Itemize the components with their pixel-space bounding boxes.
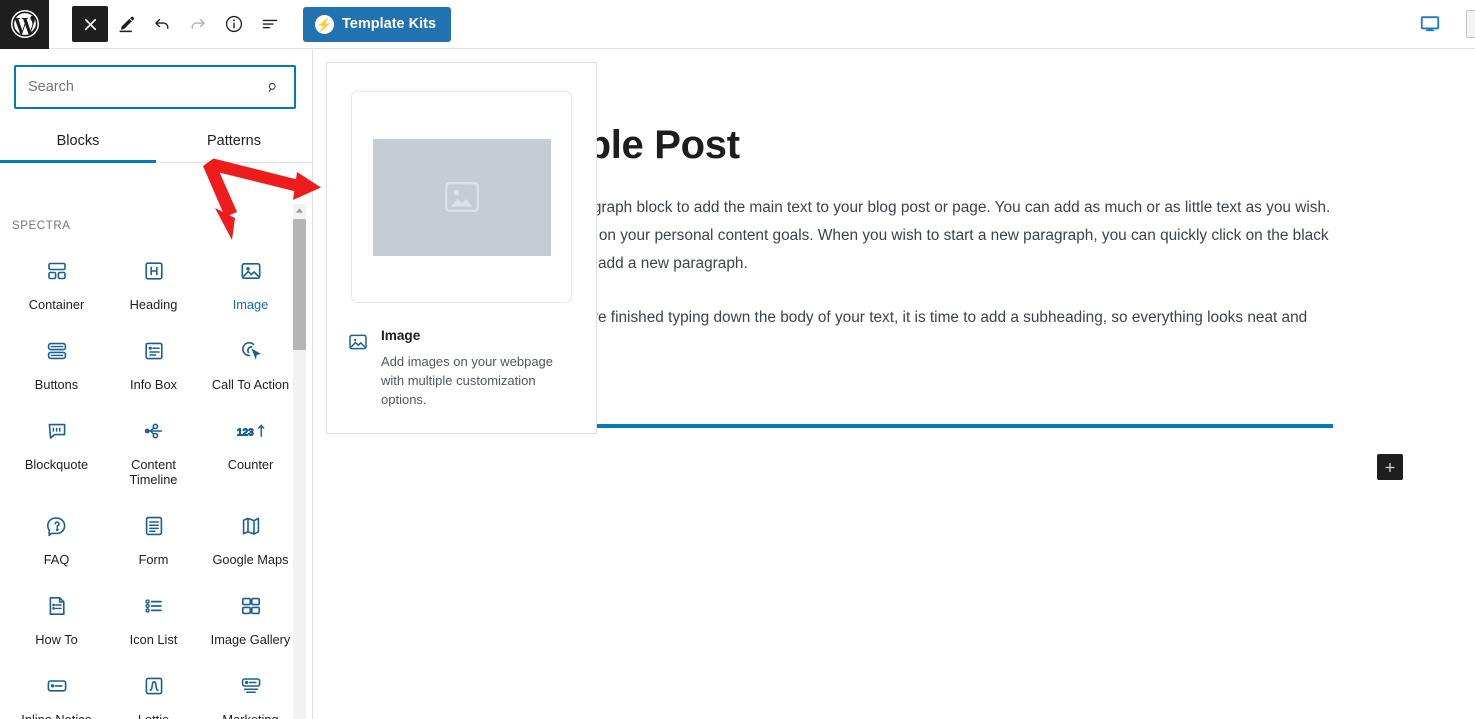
block-tile-label: Buttons	[34, 377, 79, 392]
template-kits-button[interactable]: ⚡ Template Kits	[303, 6, 452, 42]
buttons-icon	[45, 334, 69, 368]
details-info-button[interactable]	[216, 6, 252, 42]
search-icon[interactable]	[260, 74, 286, 100]
map-icon	[239, 509, 263, 543]
tab-blocks[interactable]: Blocks	[0, 119, 156, 163]
editor-top-bar: ⚡ Template Kits	[0, 0, 1475, 49]
counter-123-icon: 123	[236, 414, 266, 448]
block-tile-label: Content Timeline	[129, 457, 178, 487]
form-icon	[142, 509, 166, 543]
block-tile-content-timeline[interactable]: Content Timeline	[105, 410, 202, 487]
lightning-bolt-icon: ⚡	[315, 14, 334, 34]
block-preview-popover: Image Add images on your webpage with mu…	[326, 62, 597, 434]
block-tile-lottie-animation[interactable]: Lottie Animation	[105, 665, 202, 719]
faq-question-icon	[45, 509, 69, 543]
block-tile-label: Form	[138, 552, 169, 567]
scrollbar-thumb[interactable]	[293, 219, 306, 350]
block-tile-label: Icon List	[129, 632, 178, 647]
block-tile-info-box[interactable]: Info Box	[105, 330, 202, 392]
block-category-title: SPECTRA	[12, 220, 71, 232]
block-insertion-indicator	[503, 424, 1333, 428]
scroll-up-arrow-icon[interactable]	[293, 204, 306, 217]
template-kits-label: Template Kits	[342, 16, 437, 32]
post-content: Sample Post Use the Paragraph block to a…	[503, 122, 1333, 360]
block-tile-buttons[interactable]: Buttons	[8, 330, 105, 392]
block-tile-label: Info Box	[130, 377, 177, 392]
inline-notice-icon	[45, 669, 69, 703]
heading-icon	[142, 254, 166, 288]
marketing-button-icon	[239, 669, 263, 703]
desktop-monitor-icon[interactable]	[1410, 0, 1450, 49]
block-tile-label: Image	[232, 297, 269, 312]
block-tile-image-gallery[interactable]: Image Gallery	[202, 585, 299, 647]
block-preview-text: Image Add images on your webpage with mu…	[381, 329, 576, 409]
search-input[interactable]	[16, 67, 294, 107]
block-preview-description: Add images on your webpage with multiple…	[381, 353, 554, 407]
block-tile-container[interactable]: Container	[8, 250, 105, 312]
redo-button[interactable]	[180, 6, 216, 42]
block-tile-label: How To	[35, 632, 78, 647]
paragraph-block-1[interactable]: Use the Paragraph block to add the main …	[503, 194, 1333, 278]
block-tile-label: Container	[28, 297, 85, 312]
block-grid: Container Heading Image Buttons Info Box Call…	[0, 232, 312, 719]
panel-scrollbar[interactable]	[293, 204, 306, 719]
editor-tools-group: ⚡ Template Kits	[72, 6, 452, 42]
add-block-button[interactable]	[1377, 454, 1403, 480]
block-preview-title: Image	[381, 328, 421, 343]
blockquote-icon	[45, 414, 69, 448]
block-tile-form[interactable]: Form	[105, 505, 202, 567]
list-view-button[interactable]	[252, 6, 288, 42]
image-gallery-icon	[239, 589, 263, 623]
block-list-scroll-region[interactable]: SPECTRA Container Heading Image Buttons Info…	[0, 200, 312, 719]
block-tile-label: Inline Notice	[21, 712, 91, 719]
block-tile-icon-list[interactable]: Icon List	[105, 585, 202, 647]
container-icon	[45, 254, 69, 288]
block-preview-info: Image Add images on your webpage with mu…	[327, 303, 596, 409]
block-tile-faq[interactable]: FAQ	[8, 505, 105, 567]
block-preview-frame	[351, 91, 572, 303]
block-tile-image[interactable]: Image	[202, 250, 299, 312]
edit-mode-pencil-button[interactable]	[108, 6, 144, 42]
block-tile-how-to[interactable]: How To	[8, 585, 105, 647]
block-tile-label: Call To Action	[211, 377, 290, 392]
block-tile-counter[interactable]: 123 Counter	[202, 410, 299, 487]
search-box[interactable]	[14, 65, 296, 109]
how-to-icon	[45, 589, 69, 623]
block-tile-label: Counter	[227, 457, 274, 472]
block-tile-marketing-button[interactable]: Marketing Button	[202, 665, 299, 719]
block-tile-inline-notice[interactable]: Inline Notice	[8, 665, 105, 719]
block-tile-heading[interactable]: Heading	[105, 250, 202, 312]
block-tile-label: Lottie Animation	[111, 712, 197, 719]
collapsed-sidebar-edge[interactable]	[1466, 10, 1475, 38]
call-to-action-icon	[239, 334, 263, 368]
block-tile-label: Marketing Button	[208, 712, 294, 719]
image-icon	[239, 254, 263, 288]
block-tile-label: Blockquote	[24, 457, 89, 472]
block-tile-label: Google Maps	[212, 552, 289, 567]
svg-text:123: 123	[236, 427, 253, 438]
lottie-animation-icon	[142, 669, 166, 703]
top-bar-right-group	[1410, 0, 1475, 49]
close-editor-button[interactable]	[72, 6, 108, 42]
paragraph-block-2[interactable]: Once you have finished typing down the b…	[503, 304, 1333, 360]
search-area	[0, 49, 312, 109]
block-inserter-panel: Blocks Patterns SPECTRA Container Heading…	[0, 49, 313, 719]
block-tile-label: FAQ	[43, 552, 70, 567]
image-icon	[347, 329, 369, 409]
content-timeline-icon	[142, 414, 166, 448]
block-tile-label: Image Gallery	[210, 632, 291, 647]
block-tile-blockquote[interactable]: Blockquote	[8, 410, 105, 487]
inserter-tabs: Blocks Patterns	[0, 119, 312, 163]
block-tile-google-maps[interactable]: Google Maps	[202, 505, 299, 567]
block-tile-label: Heading	[129, 297, 178, 312]
wordpress-logo-icon[interactable]	[0, 0, 49, 49]
icon-list-icon	[142, 589, 166, 623]
info-box-icon	[142, 334, 166, 368]
undo-button[interactable]	[144, 6, 180, 42]
block-tile-call-to-action[interactable]: Call To Action	[202, 330, 299, 392]
post-title[interactable]: Sample Post	[503, 122, 1333, 168]
image-placeholder-icon	[372, 138, 551, 256]
tab-patterns[interactable]: Patterns	[156, 119, 312, 162]
